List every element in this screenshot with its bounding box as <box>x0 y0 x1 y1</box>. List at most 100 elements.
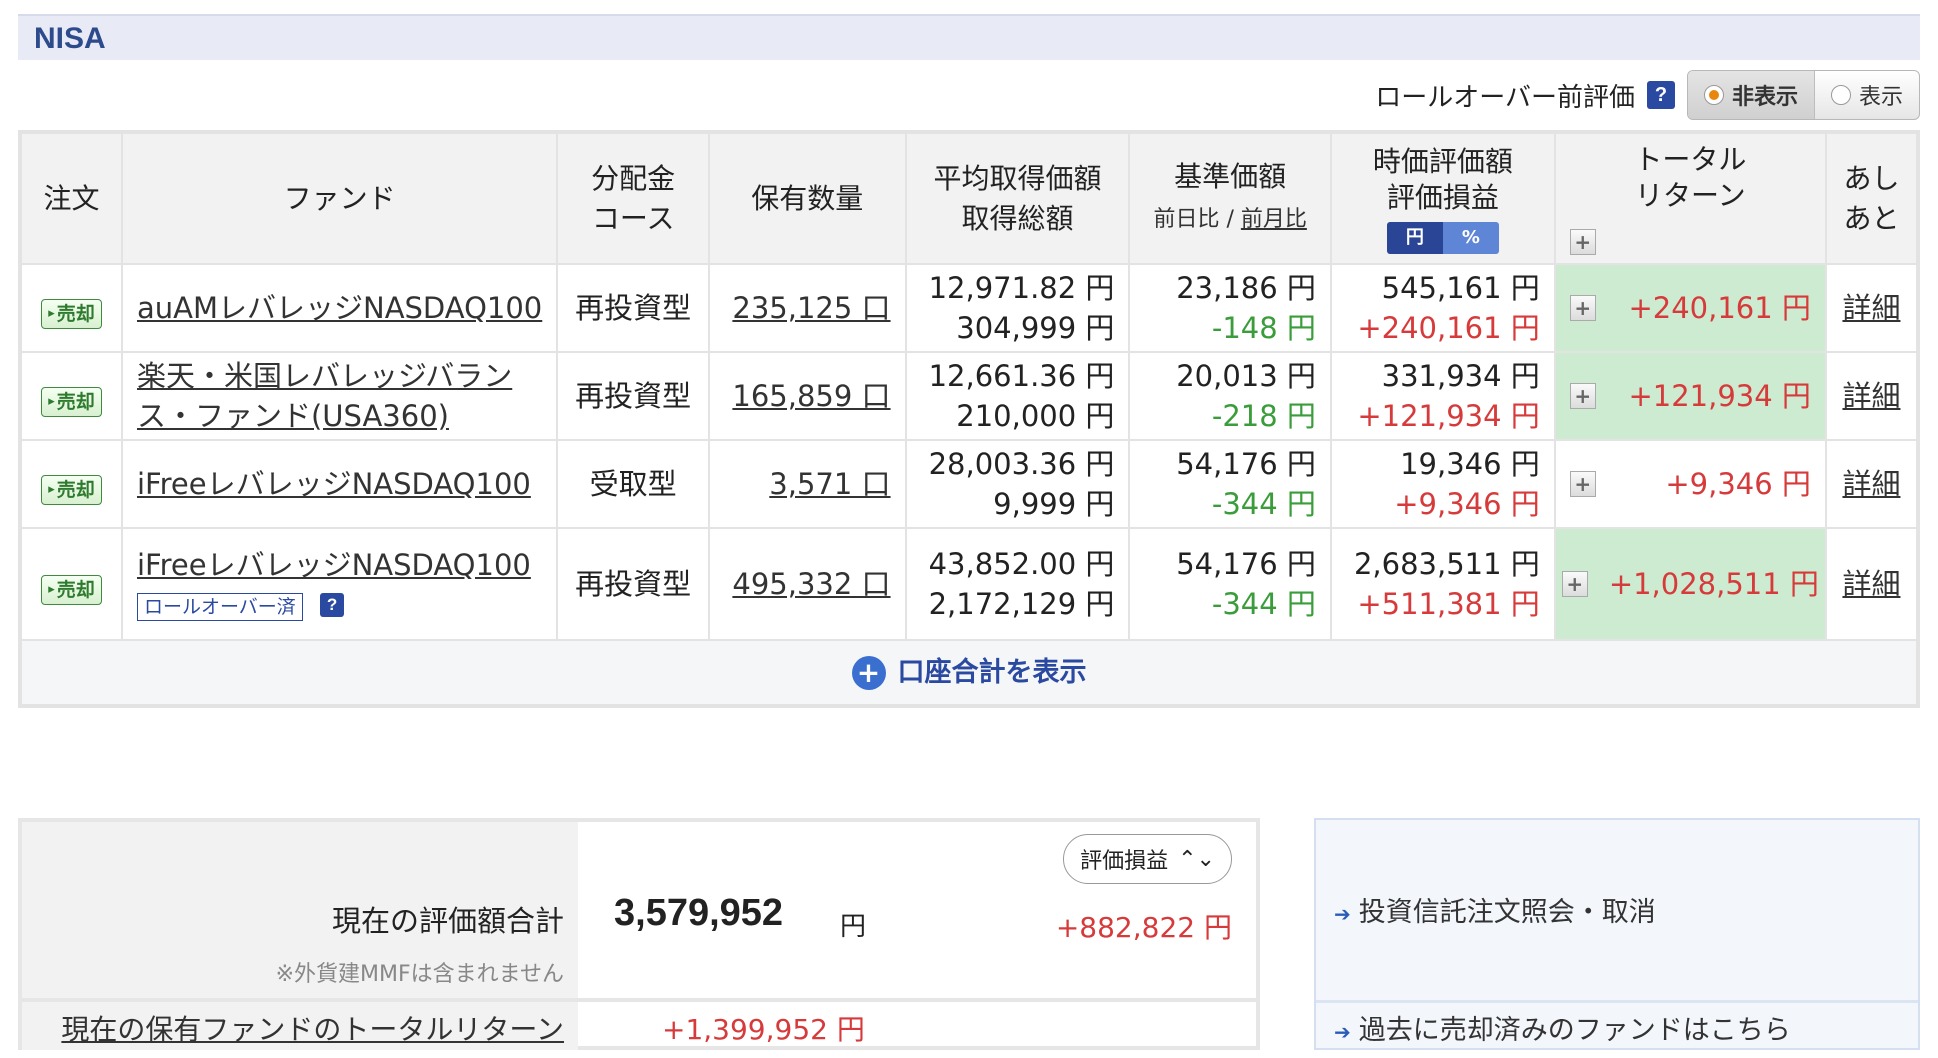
market-value: 19,346 円 <box>1400 447 1540 481</box>
expand-icon[interactable]: + <box>1569 295 1596 321</box>
arrow-right-icon: ➔ <box>1334 1020 1351 1044</box>
header-market-value: 時価評価額 評価損益 円 % <box>1329 131 1556 265</box>
table-row: ▸ 売却 iFreeレバレッジNASDAQ100 受取型 3,571 口 28,0… <box>19 439 1920 529</box>
total-cost: 9,999 円 <box>993 487 1115 521</box>
arrow-right-icon: ➔ <box>1334 902 1351 926</box>
total-cost: 210,000 円 <box>956 399 1115 433</box>
table-header-row: 注文 ファンド 分配金 コース 保有数量 平均取得価額 取得総額 基準価額 前日比 … <box>19 131 1920 265</box>
header-fund: ファンド <box>120 131 559 265</box>
rollover-done-badge: ロールオーバー済 <box>136 593 303 621</box>
mmf-note: ※外貨建MMFは含まれません <box>275 962 564 987</box>
header-base-price: 基準価額 前日比 / 前月比 <box>1128 131 1332 265</box>
detail-link[interactable]: 詳細 <box>1842 379 1900 413</box>
fund-name-link[interactable]: 楽天・米国レバレッジバランス・ファンド(USA360) <box>137 359 512 433</box>
fund-name-link[interactable]: iFreeレバレッジNASDAQ100 <box>137 548 531 582</box>
header-dist-course: 分配金 コース <box>556 131 711 265</box>
show-total-row: + 口座合計を表示 <box>19 639 1919 707</box>
fund-name-link[interactable]: iFreeレバレッジNASDAQ100 <box>137 467 531 501</box>
detail-link[interactable]: 詳細 <box>1842 467 1900 501</box>
total-return: +121,934 円 <box>1628 379 1811 413</box>
base-price: 54,176 円 <box>1176 547 1316 581</box>
total-cost: 2,172,129 円 <box>928 587 1115 621</box>
chevron-updown-icon: ⌃⌄ <box>1178 846 1215 872</box>
total-return-link[interactable]: 現在の保有ファンドのトータルリターン <box>61 1008 564 1048</box>
sell-button[interactable]: ▸ 売却 <box>41 387 102 417</box>
unrealized-gain: +121,934 円 <box>1357 399 1540 433</box>
base-change: -344 円 <box>1211 487 1316 521</box>
table-row: ▸ 売却 auAMレバレッジNASDAQ100 再投資型 235,125 口 12… <box>19 263 1920 353</box>
expand-icon[interactable]: + <box>1569 383 1596 409</box>
circle-plus-icon: + <box>851 656 886 690</box>
course: 再投資型 <box>556 527 711 641</box>
related-links: ➔ 投資信託注文照会・取消 ➔ 過去に売却済みのファンドはこちら <box>1314 818 1920 1050</box>
table-row: ▸ 売却 iFreeレバレッジNASDAQ100 ロールオーバー済 ? 再投資型 … <box>19 527 1920 641</box>
expand-icon[interactable]: + <box>1561 571 1588 597</box>
month-change-link[interactable]: 前月比 <box>1241 207 1307 232</box>
valuation-select[interactable]: 評価損益 ⌃⌄ <box>1063 834 1232 884</box>
nisa-holdings-page: NISA ロールオーバー前評価 ? 非表示 表示 注文 ファンド 分配金コース <box>0 0 1938 1058</box>
rollover-label: ロールオーバー前評価 <box>1375 82 1635 113</box>
avg-price: 12,661.36 円 <box>928 359 1115 393</box>
valuation-summary: 現在の評価額合計 ※外貨建MMFは含まれません 評価損益 ⌃⌄ 3,579,95… <box>18 818 1260 1050</box>
sell-button[interactable]: ▸ 売却 <box>41 475 102 505</box>
order-inquiry-link[interactable]: ➔ 投資信託注文照会・取消 <box>1334 890 1656 929</box>
unit-percent-button[interactable]: % <box>1442 221 1499 254</box>
rollover-show-option[interactable]: 表示 <box>1813 71 1919 119</box>
header-order: 注文 <box>19 131 123 265</box>
total-valuation-label: 現在の評価額合計 <box>331 904 564 938</box>
help-icon[interactable]: ? <box>1646 81 1675 109</box>
market-value: 2,683,511 円 <box>1353 547 1540 581</box>
sell-button[interactable]: ▸ 売却 <box>41 575 102 605</box>
header-ashiato: あし あと <box>1824 131 1920 265</box>
quantity-link[interactable]: 495,332 口 <box>732 567 890 601</box>
total-cost: 304,999 円 <box>956 311 1115 345</box>
course: 再投資型 <box>556 263 711 353</box>
base-change: -148 円 <box>1211 311 1316 345</box>
rollover-control: ロールオーバー前評価 ? 非表示 表示 <box>1375 68 1920 122</box>
avg-price: 12,971.82 円 <box>928 271 1115 305</box>
total-valuation-unit: 円 <box>840 912 867 942</box>
fund-name-link[interactable]: auAMレバレッジNASDAQ100 <box>137 291 542 325</box>
total-gain-value: +882,822 円 <box>1055 911 1232 944</box>
total-return: +1,028,511 円 <box>1608 567 1819 601</box>
table-row: ▸ 売却 楽天・米国レバレッジバランス・ファンド(USA360) 再投資型 165… <box>19 351 1920 441</box>
expand-icon[interactable]: + <box>1569 471 1596 497</box>
unit-toggle[interactable]: 円 % <box>1386 221 1499 254</box>
radio-on-icon <box>1703 85 1724 105</box>
total-return: +9,346 円 <box>1665 467 1811 501</box>
expand-all-icon[interactable]: + <box>1569 229 1596 255</box>
rollover-toggle[interactable]: 非表示 表示 <box>1686 70 1920 120</box>
unit-yen-button[interactable]: 円 <box>1386 221 1443 254</box>
quantity-link[interactable]: 165,859 口 <box>732 379 890 413</box>
header-total-return: トータル リターン + <box>1553 131 1827 265</box>
unrealized-gain: +9,346 円 <box>1394 487 1540 521</box>
total-valuation-value: 3,579,952 <box>614 892 784 934</box>
help-icon[interactable]: ? <box>320 593 345 617</box>
total-return-value: +1,399,952 円 <box>662 1013 865 1046</box>
header-avg-price: 平均取得価額 取得総額 <box>904 131 1131 265</box>
rollover-hide-option[interactable]: 非表示 <box>1687 71 1814 119</box>
unrealized-gain: +240,161 円 <box>1357 311 1540 345</box>
course: 受取型 <box>556 439 711 529</box>
base-change: -218 円 <box>1211 399 1316 433</box>
avg-price: 28,003.36 円 <box>928 447 1115 481</box>
quantity-link[interactable]: 3,571 口 <box>769 467 890 501</box>
base-price: 23,186 円 <box>1176 271 1316 305</box>
quantity-link[interactable]: 235,125 口 <box>732 291 890 325</box>
sell-button[interactable]: ▸ 売却 <box>41 299 102 329</box>
section-title: NISA <box>18 14 1920 60</box>
market-value: 331,934 円 <box>1381 359 1540 393</box>
total-return: +240,161 円 <box>1628 291 1811 325</box>
header-quantity: 保有数量 <box>708 131 907 265</box>
unrealized-gain: +511,381 円 <box>1357 587 1540 621</box>
show-total-button[interactable]: + 口座合計を表示 <box>851 653 1087 693</box>
holdings-table: 注文 ファンド 分配金 コース 保有数量 平均取得価額 取得総額 基準価額 前日比 … <box>18 130 1920 708</box>
market-value: 545,161 円 <box>1381 271 1540 305</box>
avg-price: 43,852.00 円 <box>928 547 1115 581</box>
detail-link[interactable]: 詳細 <box>1842 291 1900 325</box>
base-price: 54,176 円 <box>1176 447 1316 481</box>
detail-link[interactable]: 詳細 <box>1842 567 1900 601</box>
course: 再投資型 <box>556 351 711 441</box>
sold-funds-link[interactable]: ➔ 過去に売却済みのファンドはこちら <box>1334 1008 1791 1047</box>
radio-off-icon <box>1830 85 1851 105</box>
